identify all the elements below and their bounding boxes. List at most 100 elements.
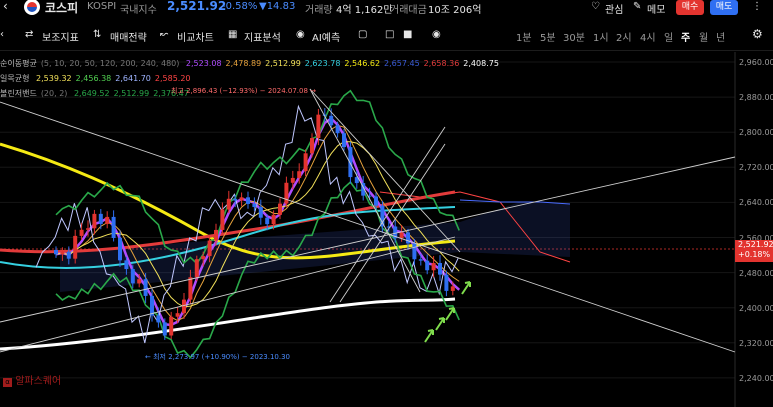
legend-bollinger-label: 볼린저밴드 [0,89,37,98]
period-year[interactable]: 년 [716,29,725,44]
period-1m[interactable]: 1분 [516,29,532,44]
volume-label: 거래량 [305,5,333,16]
ma-value: 2,657.45 [384,59,420,68]
amount-value: 10조 206억 [428,5,482,16]
menu-dots-icon[interactable]: ⋮ [752,1,762,12]
ma-value: 2,523.08 [185,59,222,68]
candle [169,316,174,336]
toolbar-analysis[interactable]: 지표분석 [244,29,281,44]
period-4h[interactable]: 4시 [640,29,656,44]
toolbar-ai[interactable]: AI예측 [312,29,340,44]
buy-button[interactable]: 매수 [676,0,704,15]
trend-line [0,101,736,353]
moving-averages [0,89,461,359]
price-axis-tick: 2,320.00 [739,338,773,348]
candle-type-icon[interactable]: ▢ [358,29,367,40]
back-icon[interactable]: ‹ [3,0,8,13]
ma-value: 2,512.99 [265,59,301,68]
period-month[interactable]: 월 [699,29,708,44]
bar-type-icon[interactable]: □ [385,29,394,40]
candle [399,232,404,239]
watermark: α 알파스퀘어 [3,372,61,387]
candle [105,216,110,224]
legend-ma: 순이동평균 (5, 10, 20, 50, 120, 200, 240, 480)… [0,58,507,69]
candles [54,108,455,340]
candle [175,313,180,317]
collapse-icon[interactable]: ‹ [0,29,4,40]
toolbar-divider [0,50,773,51]
period-5m[interactable]: 5분 [540,29,556,44]
ma-value: 2,408.75 [463,59,499,68]
candle [98,213,103,224]
indicator-icon: ⇄ [25,29,34,40]
candle [444,274,449,291]
strategy-icon: ⇅ [93,29,102,40]
candle [374,196,378,206]
candle [73,235,78,259]
bell-icon[interactable]: ♡ [591,1,600,12]
low-annotation: ← 최저 2,273.97 (+10.90%) − 2023.10.30 [145,353,291,361]
period-1h[interactable]: 1시 [593,29,609,44]
sell-button[interactable]: 매도 [710,0,738,15]
candle [418,259,423,261]
toolbar-strategy[interactable]: 매매전략 [110,29,147,44]
period-day[interactable]: 일 [664,29,673,44]
candle [92,213,97,229]
price-axis-tick: 2,800.00 [739,128,773,138]
period-30m[interactable]: 30분 [563,29,585,44]
ma-10-line [55,124,460,322]
candle [226,198,231,210]
memo-icon[interactable]: ✎ [633,1,641,12]
candle [246,197,250,204]
candle [118,237,122,261]
settings-gear-icon[interactable]: ⚙ [752,27,763,41]
analysis-icon: ▦ [228,29,238,40]
watermark-text: 알파스퀘어 [15,376,62,387]
arrow-icon [424,329,434,343]
candle [431,262,436,271]
line-type-icon[interactable]: ■ [403,29,412,40]
memo-button[interactable]: 메모 [647,1,665,16]
candle [342,133,346,148]
arrow-icon [445,307,455,321]
change-percent: -0.58% [222,1,258,12]
last-price-value: 2,521.92 [738,240,773,249]
candle [111,216,116,238]
price-axis-tick: 2,880.00 [739,93,773,103]
ma-5-line [55,117,461,327]
candle [233,198,238,201]
price-chart[interactable] [0,52,773,407]
index-type: 국내지수 [120,5,157,16]
header-bar: ‹ 코스피 KOSPI 국내지수 2,521.92 -0.58% ▼14.83 … [0,0,773,18]
candle [406,232,410,244]
candle [201,256,206,260]
interest-button[interactable]: 관심 [605,1,623,16]
ichimoku-value: 2,456.38 [75,74,112,83]
toolbar-indicators[interactable]: 보조지표 [42,29,79,44]
candle [412,243,417,260]
last-price-label: 2,521.92 +0.18% [735,240,773,262]
arrow-icon [435,317,445,331]
candle [130,269,135,284]
candle [137,279,142,284]
volume-value: 4억 1,162만 [336,5,393,16]
legend-ma-label: 순이동평균 [0,59,37,68]
candle [66,251,71,259]
change-amount: ▼14.83 [259,1,296,12]
period-2h[interactable]: 2시 [616,29,632,44]
chart-toolbar: ‹ ⇄ 보조지표 ⇅ 매매전략 ↜ 비교차트 ▦ 지표분석 ◉ AI예측 ▢ □… [0,26,773,48]
price-axis[interactable]: 2,960.00 2,880.00 2,800.00 2,720.00 2,640.00… [735,52,773,407]
candle [79,229,84,236]
candle [207,240,212,257]
ma-value: 2,658.36 [423,59,460,68]
ichimoku-cloud [60,191,571,292]
period-week[interactable]: 주 [681,29,690,44]
high-annotation: 최고 2,896.43 (−12.93%) − 2024.07.08 → [171,87,317,95]
price-axis-tick: 2,240.00 [739,373,773,383]
toolbar-compare[interactable]: 비교차트 [177,29,214,44]
price-axis-tick: 2,720.00 [739,163,773,173]
trend-line [0,156,736,323]
candle [290,177,295,183]
candle [335,125,340,134]
camera-icon[interactable]: ◉ [432,29,441,40]
